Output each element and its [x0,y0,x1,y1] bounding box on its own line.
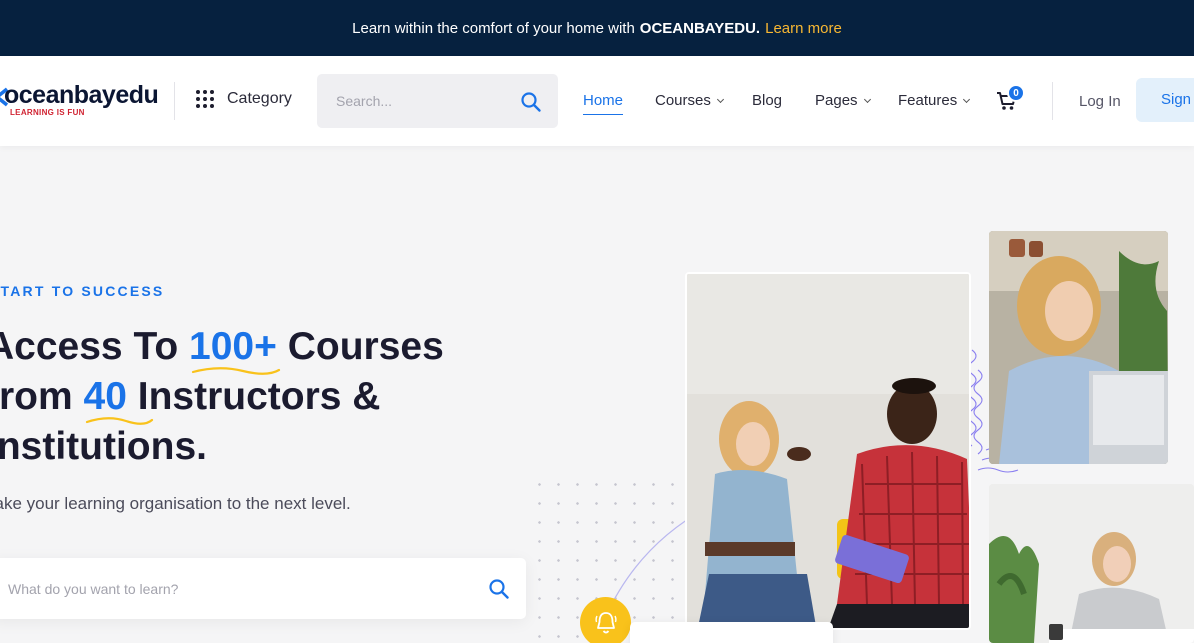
grid-dots-icon [196,90,214,108]
nav-features[interactable]: Features [898,92,971,109]
site-header: oceanbayedu LEARNING IS FUN Category Hom… [0,56,1194,146]
nav-blog-label: Blog [752,92,783,109]
bell-icon [594,611,617,633]
cart-count-badge: 0 [1007,84,1025,102]
hero-search [0,558,526,619]
headline-line-3: Institutions. [0,425,207,468]
nav-courses[interactable]: Courses [655,92,724,109]
chevron-down-icon [963,95,971,103]
headline-text: Instructors & [137,375,381,418]
woman-studying-photo [989,484,1194,643]
header-divider [174,82,175,120]
headline-highlight-courses: 100+ [189,322,281,375]
highlight-text: 100+ [189,325,277,368]
nav-features-label: Features [898,92,958,109]
search-icon[interactable] [488,578,510,600]
nav-home[interactable]: Home [583,92,624,115]
site-logo[interactable]: oceanbayedu LEARNING IS FUN [0,80,164,124]
underline-squiggle-icon [191,367,281,375]
category-label: Category [227,90,292,107]
hero-kicker: START TO SUCCESS [0,283,165,299]
highlight-text: 40 [83,375,127,418]
login-link[interactable]: Log In [1079,93,1121,110]
underline-squiggle-icon [85,417,153,425]
nav-pages-label: Pages [815,92,858,109]
students-discussion-photo [685,272,971,630]
headline-text: from [0,375,73,418]
header-search-input[interactable] [317,74,507,128]
headline-line-2: from 40 Instructors & [0,372,444,425]
search-icon[interactable] [520,91,542,113]
announcement-brand: OCEANBAYEDU. [639,19,761,37]
logo-tagline: LEARNING IS FUN [10,108,85,117]
logo-wordmark: oceanbayedu [4,81,159,109]
headline-text: Access To [0,325,179,368]
learn-more-link[interactable]: Learn more [765,20,842,37]
nav-pages[interactable]: Pages [815,92,871,109]
nav-courses-label: Courses [655,92,711,109]
category-menu-button[interactable]: Category [196,90,292,108]
woman-laptop-photo [989,231,1168,464]
headline-text: Courses [287,325,444,368]
chevron-down-icon [863,95,871,103]
header-divider [1052,82,1053,120]
chevron-down-icon [716,95,724,103]
headline-line-1: Access To 100+ Courses [0,322,444,375]
hero-headline: Access To 100+ Courses from 40 Instructo… [0,322,444,472]
nav-blog[interactable]: Blog [752,92,782,109]
headline-highlight-instructors: 40 [83,372,153,425]
hero-search-input[interactable] [0,558,460,619]
hero-subtext: Take your learning organisation to the n… [0,494,351,513]
announcement-text: Learn within the comfort of your home wi… [352,19,635,37]
notification-bell[interactable] [580,597,631,643]
header-search [317,74,558,128]
notification-card [630,622,833,643]
announcement-bar: Learn within the comfort of your home wi… [0,0,1194,56]
nav-home-label: Home [583,92,624,109]
signup-button[interactable]: Sign Up [1136,78,1194,122]
